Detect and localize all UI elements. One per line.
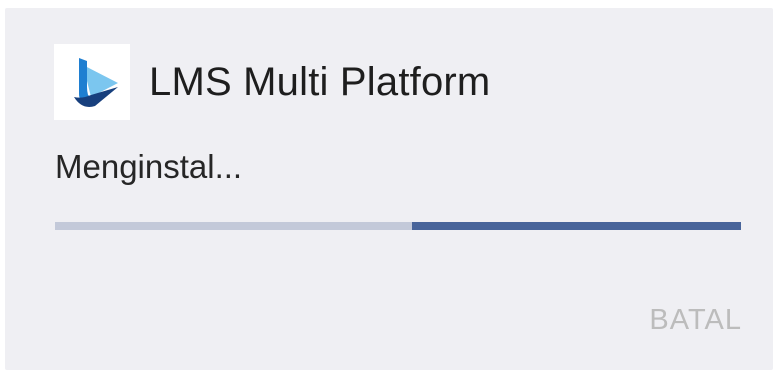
dialog-header: LMS Multi Platform: [54, 44, 490, 120]
install-progress-bar: [55, 222, 741, 230]
lms-play-logo-icon: [54, 44, 130, 120]
install-dialog: LMS Multi Platform Menginstal... BATAL: [5, 8, 773, 370]
app-title: LMS Multi Platform: [149, 59, 491, 104]
install-progress-fill: [411, 222, 741, 230]
install-status: Menginstal...: [55, 148, 243, 185]
cancel-button[interactable]: BATAL: [649, 304, 742, 337]
